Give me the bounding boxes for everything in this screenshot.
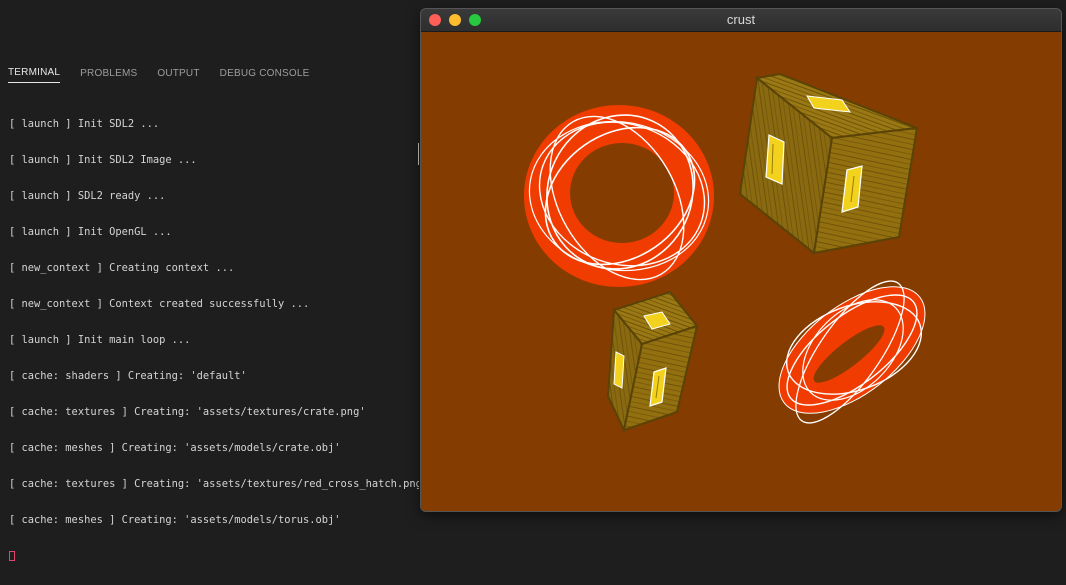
terminal-line: [ launch ] Init OpenGL ... bbox=[9, 226, 172, 238]
close-icon[interactable] bbox=[429, 14, 441, 26]
terminal-line: [ launch ] Init main loop ... bbox=[9, 334, 191, 346]
terminal-line: [ cache: textures ] Creating: 'assets/te… bbox=[9, 478, 419, 490]
window-titlebar[interactable]: crust bbox=[421, 9, 1061, 32]
terminal-line: [ cache: textures ] Creating: 'assets/te… bbox=[9, 406, 366, 418]
terminal-line: [ launch ] SDL2 ready ... bbox=[9, 190, 166, 202]
window-title: crust bbox=[726, 12, 756, 27]
torus-object-2 bbox=[778, 280, 926, 424]
terminal-line: [ cache: meshes ] Creating: 'assets/mode… bbox=[9, 442, 341, 454]
terminal-cursor bbox=[9, 551, 15, 561]
terminal-output[interactable]: [ launch ] Init SDL2 ... [ launch ] Init… bbox=[9, 94, 419, 585]
tab-output[interactable]: OUTPUT bbox=[157, 62, 199, 83]
terminal-line: [ launch ] Init SDL2 Image ... bbox=[9, 154, 197, 166]
terminal-line: [ new_context ] Context created successf… bbox=[9, 298, 310, 310]
tab-terminal[interactable]: TERMINAL bbox=[8, 61, 61, 83]
crate-object-1 bbox=[738, 72, 919, 255]
torus-object-1 bbox=[524, 105, 714, 287]
panel-resize-sash[interactable] bbox=[418, 143, 419, 165]
minimize-icon[interactable] bbox=[449, 14, 461, 26]
tab-problems[interactable]: PROBLEMS bbox=[80, 62, 137, 83]
app-window[interactable]: crust bbox=[421, 9, 1061, 511]
render-canvas[interactable] bbox=[422, 32, 1060, 510]
terminal-line: [ new_context ] Creating context ... bbox=[9, 262, 235, 274]
tab-debug-console[interactable]: DEBUG CONSOLE bbox=[220, 62, 310, 83]
crate-object-2 bbox=[606, 290, 699, 434]
panel-tabs: TERMINAL PROBLEMS OUTPUT DEBUG CONSOLE bbox=[0, 58, 330, 86]
terminal-line: [ cache: shaders ] Creating: 'default' bbox=[9, 370, 247, 382]
zoom-icon[interactable] bbox=[469, 14, 481, 26]
terminal-line: [ launch ] Init SDL2 ... bbox=[9, 118, 160, 130]
